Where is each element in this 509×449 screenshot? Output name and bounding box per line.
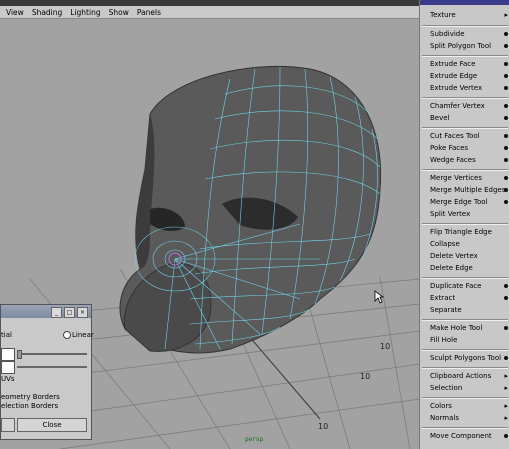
menu-item-extrude-face[interactable]: Extrude Face <box>430 59 475 70</box>
option-box-icon[interactable] <box>504 284 508 288</box>
edit-polygons-menu: Texture ▸ Subdivide Split Polygon Tool E… <box>419 0 509 449</box>
close-icon[interactable]: × <box>77 307 88 318</box>
mouse-cursor-icon <box>374 290 384 304</box>
menu-separator <box>422 97 508 99</box>
minimize-icon[interactable]: _ <box>51 307 62 318</box>
menu-item-flip-triangle-edge[interactable]: Flip Triangle Edge <box>430 227 492 238</box>
menu-show[interactable]: Show <box>109 8 129 17</box>
menu-item-clipboard-actions[interactable]: Clipboard Actions <box>430 371 491 382</box>
menu-item-separate[interactable]: Separate <box>430 305 462 316</box>
menu-separator <box>422 427 508 429</box>
option-box-icon[interactable] <box>504 200 508 204</box>
value-slider-2[interactable] <box>17 366 87 368</box>
viewport-menu-bar: View Shading Lighting Show Panels <box>0 6 420 19</box>
value-field[interactable] <box>1 348 15 361</box>
slider-handle[interactable] <box>17 350 22 359</box>
apply-button[interactable] <box>1 418 15 432</box>
submenu-arrow-icon: ▸ <box>504 414 508 422</box>
option-box-icon[interactable] <box>504 74 508 78</box>
menu-item-make-hole-tool[interactable]: Make Hole Tool <box>430 323 482 334</box>
grid-label-c: 10 <box>318 422 328 431</box>
menu-item-delete-edge[interactable]: Delete Edge <box>430 263 473 274</box>
value-field-2[interactable] <box>1 361 15 374</box>
menu-separator <box>422 223 508 225</box>
options-dialog: _ □ × tial Linear UVs eometry Borders el… <box>0 304 94 440</box>
menu-item-chamfer-vertex[interactable]: Chamfer Vertex <box>430 101 485 112</box>
menu-item-texture[interactable]: Texture <box>430 10 456 21</box>
grid-label-b: 10 <box>360 372 370 381</box>
menu-item-move-component[interactable]: Move Component <box>430 431 492 442</box>
selection-borders-option[interactable]: election Borders <box>1 402 58 410</box>
menu-item-poke-faces[interactable]: Poke Faces <box>430 143 468 154</box>
menu-separator <box>422 127 508 129</box>
menu-item-subdivide[interactable]: Subdivide <box>430 29 465 40</box>
menu-separator <box>422 367 508 369</box>
submenu-arrow-icon: ▸ <box>504 402 508 410</box>
option-box-icon[interactable] <box>504 188 508 192</box>
option-box-icon[interactable] <box>504 44 508 48</box>
dialog-title-bar[interactable]: _ □ × <box>1 305 91 318</box>
menu-item-extrude-vertex[interactable]: Extrude Vertex <box>430 83 482 94</box>
menu-item-normals[interactable]: Normals <box>430 413 459 424</box>
option-box-icon[interactable] <box>504 104 508 108</box>
uvs-label: UVs <box>1 375 15 383</box>
menu-panels[interactable]: Panels <box>137 8 161 17</box>
menu-separator <box>422 397 508 399</box>
menu-item-sculpt-polygons-tool[interactable]: Sculpt Polygons Tool <box>430 353 501 364</box>
menu-item-selection[interactable]: Selection <box>430 383 462 394</box>
maximize-icon[interactable]: □ <box>64 307 75 318</box>
submenu-arrow-icon: ▸ <box>504 372 508 380</box>
menu-item-split-polygon-tool[interactable]: Split Polygon Tool <box>430 41 491 52</box>
menu-separator <box>422 319 508 321</box>
grid-label-a: 10 <box>380 342 390 351</box>
menu-item-cut-faces-tool[interactable]: Cut Faces Tool <box>430 131 480 142</box>
menu-item-colors[interactable]: Colors <box>430 401 452 412</box>
option-box-icon[interactable] <box>504 134 508 138</box>
option-box-icon[interactable] <box>504 176 508 180</box>
menu-header <box>420 0 509 5</box>
menu-item-fill-hole[interactable]: Fill Hole <box>430 335 457 346</box>
option-box-icon[interactable] <box>504 356 508 360</box>
menu-separator <box>422 55 508 57</box>
menu-item-wedge-faces[interactable]: Wedge Faces <box>430 155 476 166</box>
menu-item-duplicate-face[interactable]: Duplicate Face <box>430 281 481 292</box>
menu-separator <box>422 169 508 171</box>
option-box-icon[interactable] <box>504 86 508 90</box>
menu-separator <box>422 349 508 351</box>
option-box-icon[interactable] <box>504 62 508 66</box>
menu-item-extract[interactable]: Extract <box>430 293 455 304</box>
option-box-icon[interactable] <box>504 116 508 120</box>
menu-shading[interactable]: Shading <box>32 8 62 17</box>
option-box-icon[interactable] <box>504 434 508 438</box>
submenu-arrow-icon: ▸ <box>504 384 508 392</box>
menu-item-extrude-edge[interactable]: Extrude Edge <box>430 71 477 82</box>
option-box-icon[interactable] <box>504 158 508 162</box>
radio-label-linear: Linear <box>72 331 94 339</box>
menu-item-merge-vertices[interactable]: Merge Vertices <box>430 173 482 184</box>
submenu-arrow-icon: ▸ <box>504 11 508 19</box>
camera-label: persp <box>245 436 264 443</box>
value-slider[interactable] <box>17 353 87 355</box>
radio-label-left: tial <box>1 331 12 339</box>
menu-item-merge-multiple-edges[interactable]: Merge Multiple Edges <box>430 185 505 196</box>
linear-radio[interactable] <box>63 331 71 339</box>
menu-item-split-vertex[interactable]: Split Vertex <box>430 209 470 220</box>
option-box-icon[interactable] <box>504 32 508 36</box>
menu-item-bevel[interactable]: Bevel <box>430 113 450 124</box>
geometry-borders-option[interactable]: eometry Borders <box>1 393 60 401</box>
menu-lighting[interactable]: Lighting <box>70 8 100 17</box>
menu-item-delete-vertex[interactable]: Delete Vertex <box>430 251 478 262</box>
menu-item-collapse[interactable]: Collapse <box>430 239 460 250</box>
menu-item-merge-edge-tool[interactable]: Merge Edge Tool <box>430 197 488 208</box>
option-box-icon[interactable] <box>504 146 508 150</box>
close-button[interactable]: Close <box>17 418 87 432</box>
option-box-icon[interactable] <box>504 326 508 330</box>
option-box-icon[interactable] <box>504 296 508 300</box>
menu-view[interactable]: View <box>6 8 24 17</box>
menu-separator <box>422 25 508 27</box>
menu-separator <box>422 277 508 279</box>
